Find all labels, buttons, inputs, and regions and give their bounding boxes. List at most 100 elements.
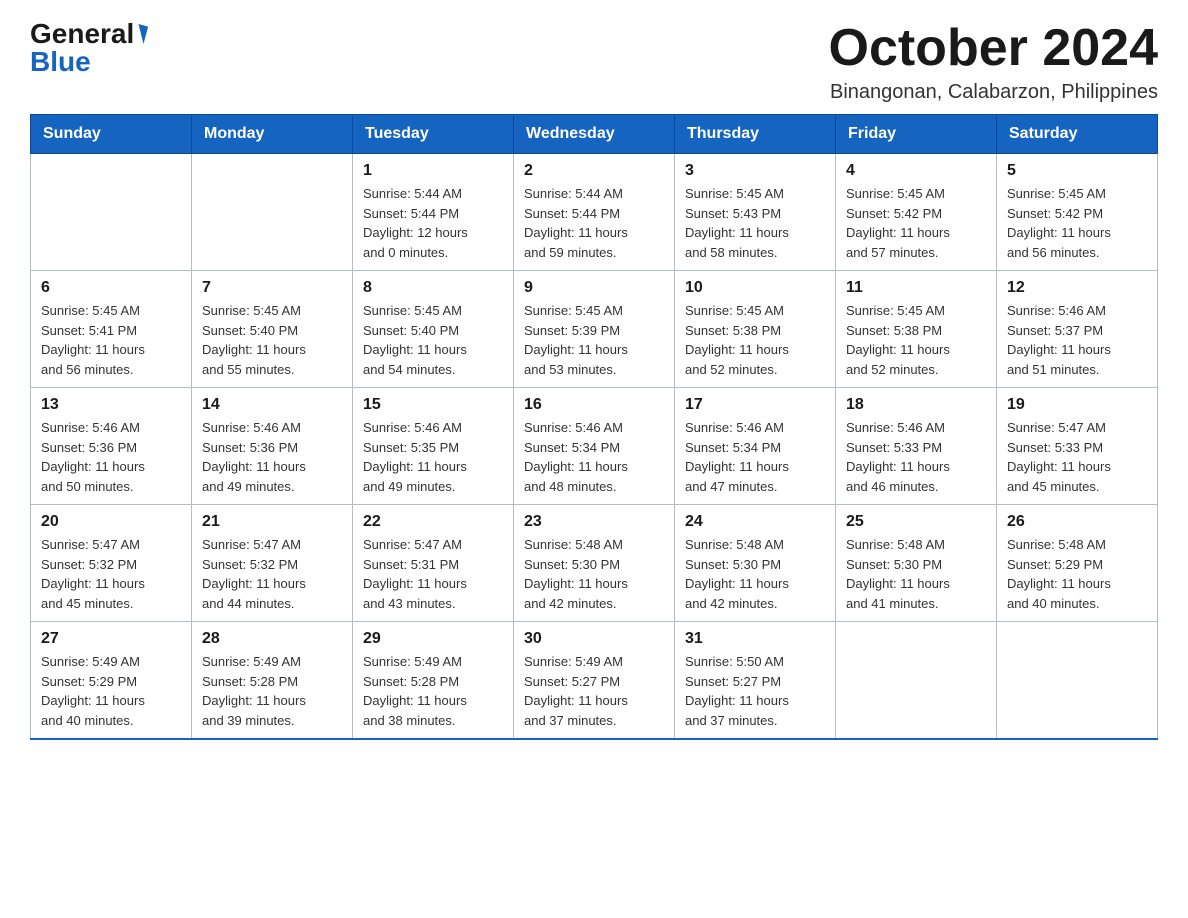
day-number: 19 xyxy=(1007,396,1147,414)
day-info: Sunrise: 5:45 AM Sunset: 5:42 PM Dayligh… xyxy=(1007,184,1147,262)
day-info: Sunrise: 5:45 AM Sunset: 5:39 PM Dayligh… xyxy=(524,301,664,379)
day-number: 2 xyxy=(524,162,664,180)
calendar-cell xyxy=(192,154,353,271)
day-info: Sunrise: 5:50 AM Sunset: 5:27 PM Dayligh… xyxy=(685,652,825,730)
calendar-table: SundayMondayTuesdayWednesdayThursdayFrid… xyxy=(30,114,1158,740)
day-info: Sunrise: 5:47 AM Sunset: 5:32 PM Dayligh… xyxy=(41,535,181,613)
calendar-cell: 22 Sunrise: 5:47 AM Sunset: 5:31 PM Dayli… xyxy=(353,505,514,622)
day-number: 13 xyxy=(41,396,181,414)
day-info: Sunrise: 5:45 AM Sunset: 5:40 PM Dayligh… xyxy=(363,301,503,379)
weekday-header-saturday: Saturday xyxy=(997,115,1158,154)
day-number: 23 xyxy=(524,513,664,531)
day-info: Sunrise: 5:46 AM Sunset: 5:35 PM Dayligh… xyxy=(363,418,503,496)
day-number: 24 xyxy=(685,513,825,531)
day-info: Sunrise: 5:49 AM Sunset: 5:27 PM Dayligh… xyxy=(524,652,664,730)
day-info: Sunrise: 5:46 AM Sunset: 5:33 PM Dayligh… xyxy=(846,418,986,496)
logo-blue-text: Blue xyxy=(30,48,91,76)
calendar-cell: 17 Sunrise: 5:46 AM Sunset: 5:34 PM Dayli… xyxy=(675,388,836,505)
day-number: 14 xyxy=(202,396,342,414)
logo-general-text: General xyxy=(30,20,134,48)
calendar-cell: 29 Sunrise: 5:49 AM Sunset: 5:28 PM Dayli… xyxy=(353,622,514,740)
calendar-cell: 27 Sunrise: 5:49 AM Sunset: 5:29 PM Dayli… xyxy=(31,622,192,740)
calendar-cell: 25 Sunrise: 5:48 AM Sunset: 5:30 PM Dayli… xyxy=(836,505,997,622)
calendar-cell: 26Sunrise: 5:48 AM Sunset: 5:29 PM Dayli… xyxy=(997,505,1158,622)
calendar-cell: 5Sunrise: 5:45 AM Sunset: 5:42 PM Daylig… xyxy=(997,154,1158,271)
calendar-cell xyxy=(836,622,997,740)
day-info: Sunrise: 5:46 AM Sunset: 5:37 PM Dayligh… xyxy=(1007,301,1147,379)
day-number: 21 xyxy=(202,513,342,531)
day-number: 29 xyxy=(363,630,503,648)
day-info: Sunrise: 5:45 AM Sunset: 5:42 PM Dayligh… xyxy=(846,184,986,262)
weekday-header-friday: Friday xyxy=(836,115,997,154)
calendar-cell: 20 Sunrise: 5:47 AM Sunset: 5:32 PM Dayli… xyxy=(31,505,192,622)
day-number: 25 xyxy=(846,513,986,531)
calendar-week-row: 20 Sunrise: 5:47 AM Sunset: 5:32 PM Dayli… xyxy=(31,505,1158,622)
calendar-cell: 8 Sunrise: 5:45 AM Sunset: 5:40 PM Daylig… xyxy=(353,271,514,388)
day-info: Sunrise: 5:45 AM Sunset: 5:38 PM Dayligh… xyxy=(685,301,825,379)
calendar-cell: 7 Sunrise: 5:45 AM Sunset: 5:40 PM Daylig… xyxy=(192,271,353,388)
logo-triangle-icon xyxy=(134,24,148,44)
day-info: Sunrise: 5:45 AM Sunset: 5:38 PM Dayligh… xyxy=(846,301,986,379)
day-number: 30 xyxy=(524,630,664,648)
calendar-cell: 23 Sunrise: 5:48 AM Sunset: 5:30 PM Dayli… xyxy=(514,505,675,622)
day-number: 17 xyxy=(685,396,825,414)
day-number: 4 xyxy=(846,162,986,180)
day-info: Sunrise: 5:46 AM Sunset: 5:36 PM Dayligh… xyxy=(41,418,181,496)
day-number: 22 xyxy=(363,513,503,531)
day-info: Sunrise: 5:47 AM Sunset: 5:33 PM Dayligh… xyxy=(1007,418,1147,496)
calendar-week-row: 13 Sunrise: 5:46 AM Sunset: 5:36 PM Dayli… xyxy=(31,388,1158,505)
calendar-cell: 10 Sunrise: 5:45 AM Sunset: 5:38 PM Dayli… xyxy=(675,271,836,388)
day-info: Sunrise: 5:49 AM Sunset: 5:28 PM Dayligh… xyxy=(202,652,342,730)
day-info: Sunrise: 5:45 AM Sunset: 5:40 PM Dayligh… xyxy=(202,301,342,379)
day-number: 27 xyxy=(41,630,181,648)
day-info: Sunrise: 5:48 AM Sunset: 5:30 PM Dayligh… xyxy=(524,535,664,613)
calendar-cell: 11 Sunrise: 5:45 AM Sunset: 5:38 PM Dayli… xyxy=(836,271,997,388)
day-info: Sunrise: 5:44 AM Sunset: 5:44 PM Dayligh… xyxy=(524,184,664,262)
day-number: 20 xyxy=(41,513,181,531)
calendar-cell: 30 Sunrise: 5:49 AM Sunset: 5:27 PM Dayli… xyxy=(514,622,675,740)
month-title: October 2024 xyxy=(829,20,1159,77)
calendar-cell xyxy=(31,154,192,271)
day-info: Sunrise: 5:48 AM Sunset: 5:30 PM Dayligh… xyxy=(685,535,825,613)
calendar-week-row: 6 Sunrise: 5:45 AM Sunset: 5:41 PM Daylig… xyxy=(31,271,1158,388)
day-info: Sunrise: 5:46 AM Sunset: 5:34 PM Dayligh… xyxy=(685,418,825,496)
day-info: Sunrise: 5:44 AM Sunset: 5:44 PM Dayligh… xyxy=(363,184,503,262)
day-number: 1 xyxy=(363,162,503,180)
calendar-cell: 15 Sunrise: 5:46 AM Sunset: 5:35 PM Dayli… xyxy=(353,388,514,505)
day-info: Sunrise: 5:49 AM Sunset: 5:28 PM Dayligh… xyxy=(363,652,503,730)
day-number: 12 xyxy=(1007,279,1147,297)
day-number: 10 xyxy=(685,279,825,297)
calendar-cell: 21Sunrise: 5:47 AM Sunset: 5:32 PM Dayli… xyxy=(192,505,353,622)
day-info: Sunrise: 5:46 AM Sunset: 5:34 PM Dayligh… xyxy=(524,418,664,496)
day-number: 18 xyxy=(846,396,986,414)
title-section: October 2024 Binangonan, Calabarzon, Phi… xyxy=(829,20,1159,104)
day-info: Sunrise: 5:46 AM Sunset: 5:36 PM Dayligh… xyxy=(202,418,342,496)
day-number: 11 xyxy=(846,279,986,297)
calendar-cell: 13 Sunrise: 5:46 AM Sunset: 5:36 PM Dayli… xyxy=(31,388,192,505)
day-number: 6 xyxy=(41,279,181,297)
day-number: 26 xyxy=(1007,513,1147,531)
calendar-cell: 31Sunrise: 5:50 AM Sunset: 5:27 PM Dayli… xyxy=(675,622,836,740)
weekday-header-thursday: Thursday xyxy=(675,115,836,154)
calendar-cell: 16Sunrise: 5:46 AM Sunset: 5:34 PM Dayli… xyxy=(514,388,675,505)
location-text: Binangonan, Calabarzon, Philippines xyxy=(829,81,1159,104)
weekday-header-wednesday: Wednesday xyxy=(514,115,675,154)
day-info: Sunrise: 5:49 AM Sunset: 5:29 PM Dayligh… xyxy=(41,652,181,730)
calendar-cell: 12 Sunrise: 5:46 AM Sunset: 5:37 PM Dayli… xyxy=(997,271,1158,388)
day-number: 15 xyxy=(363,396,503,414)
day-number: 7 xyxy=(202,279,342,297)
calendar-cell: 18 Sunrise: 5:46 AM Sunset: 5:33 PM Dayli… xyxy=(836,388,997,505)
weekday-header-sunday: Sunday xyxy=(31,115,192,154)
day-info: Sunrise: 5:47 AM Sunset: 5:31 PM Dayligh… xyxy=(363,535,503,613)
weekday-header-tuesday: Tuesday xyxy=(353,115,514,154)
calendar-cell: 14 Sunrise: 5:46 AM Sunset: 5:36 PM Dayli… xyxy=(192,388,353,505)
weekday-header-monday: Monday xyxy=(192,115,353,154)
day-number: 9 xyxy=(524,279,664,297)
day-number: 8 xyxy=(363,279,503,297)
day-number: 28 xyxy=(202,630,342,648)
day-info: Sunrise: 5:48 AM Sunset: 5:30 PM Dayligh… xyxy=(846,535,986,613)
calendar-cell: 2 Sunrise: 5:44 AM Sunset: 5:44 PM Daylig… xyxy=(514,154,675,271)
calendar-week-row: 27 Sunrise: 5:49 AM Sunset: 5:29 PM Dayli… xyxy=(31,622,1158,740)
day-info: Sunrise: 5:45 AM Sunset: 5:41 PM Dayligh… xyxy=(41,301,181,379)
calendar-cell: 6 Sunrise: 5:45 AM Sunset: 5:41 PM Daylig… xyxy=(31,271,192,388)
